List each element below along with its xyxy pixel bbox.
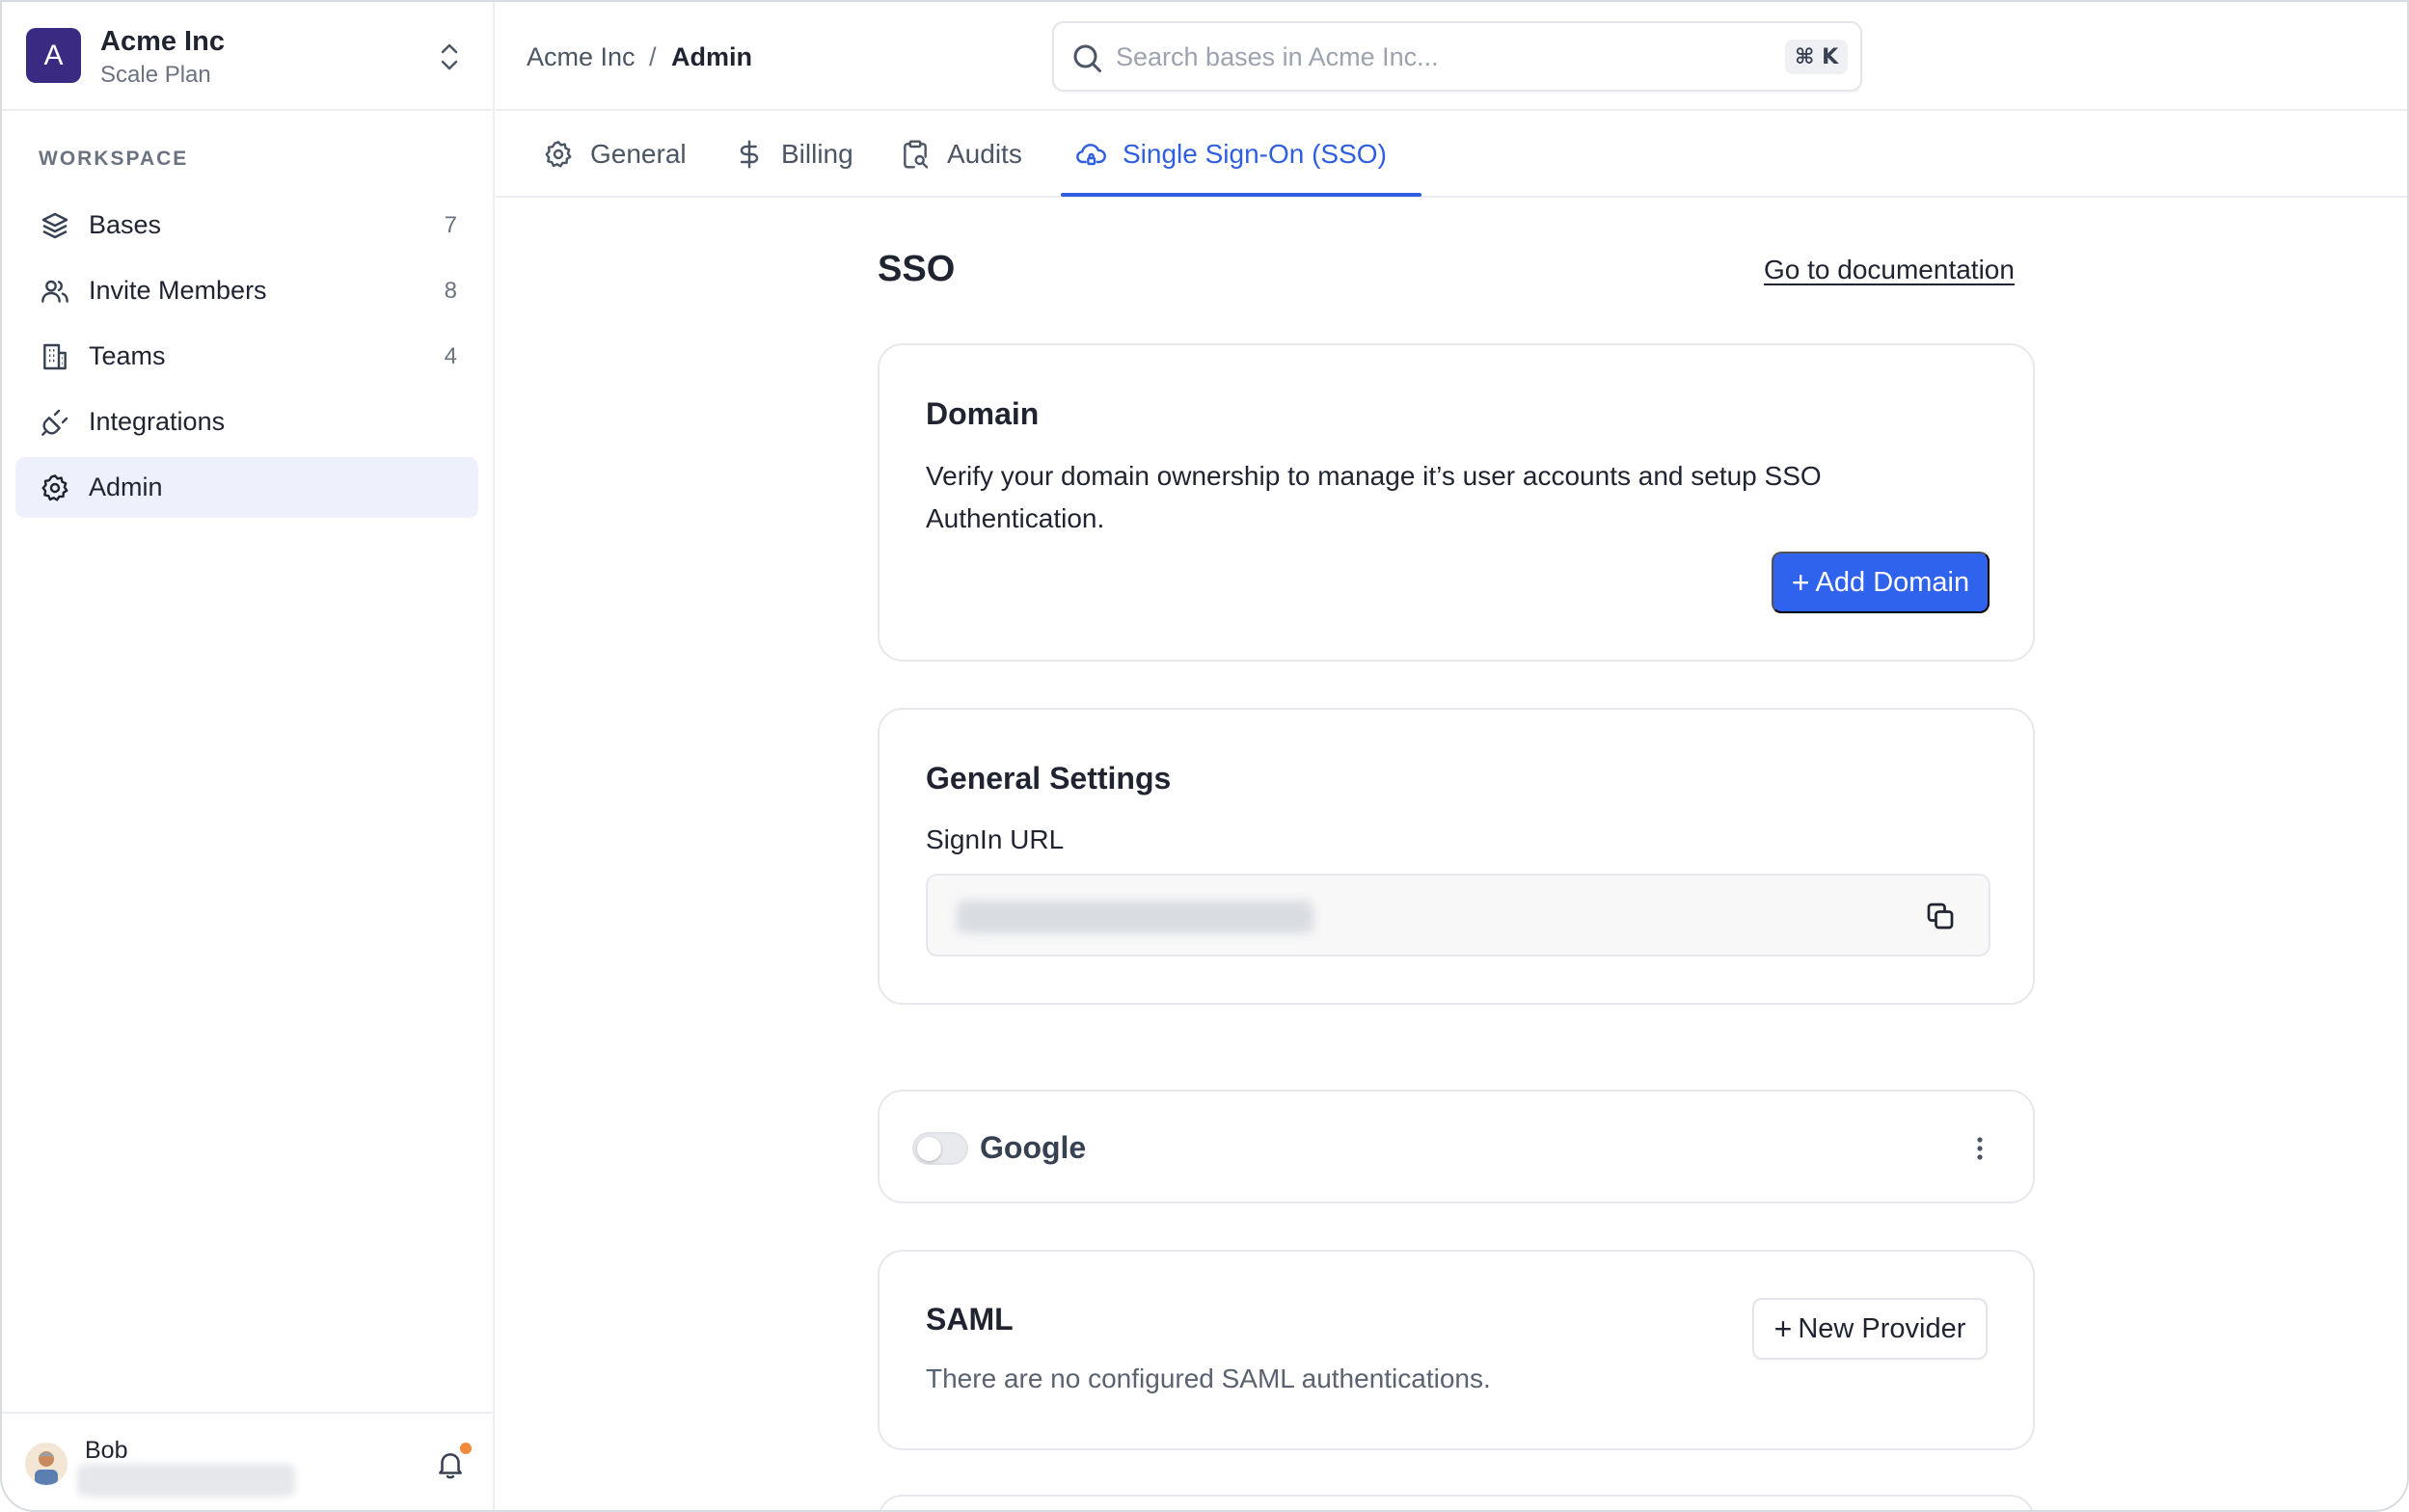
tab-billing[interactable]: Billing (733, 111, 853, 198)
users-icon (39, 275, 71, 308)
sidebar-item-count: 8 (444, 277, 457, 304)
layers-icon (39, 209, 71, 242)
search-shortcut: ⌘ K (1785, 40, 1849, 74)
toggle-knob (917, 1137, 941, 1161)
user-menu[interactable]: Bob (2, 1412, 493, 1510)
new-provider-label: New Provider (1798, 1312, 1966, 1344)
avatar[interactable] (25, 1443, 68, 1485)
topbar: Acme Inc / Admin ⌘ K (495, 2, 2407, 111)
gear-icon (542, 138, 575, 171)
tab-label: General (590, 139, 687, 169)
signin-url-field[interactable] (926, 874, 1990, 957)
sidebar-item-bases[interactable]: Bases 7 (15, 195, 478, 256)
copy-icon[interactable] (1923, 899, 1958, 933)
workspace-plan: Scale Plan (100, 62, 211, 88)
sidebar: A Acme Inc Scale Plan WORKSPACE Bases 7 … (2, 2, 495, 1510)
cloud-lock-icon (1074, 138, 1107, 171)
search-box[interactable]: ⌘ K (1052, 21, 1862, 92)
sidebar-item-label: Invite Members (89, 276, 267, 305)
signin-url-value-redacted (957, 901, 1313, 933)
domain-title: Domain (926, 396, 1040, 431)
saml-card: SAML There are no configured SAML authen… (878, 1250, 2035, 1450)
sidebar-item-label: Admin (89, 472, 163, 501)
add-domain-button[interactable]: + Add Domain (1772, 552, 1989, 613)
domain-card: Domain Verify your domain ownership to m… (878, 343, 2035, 662)
tab-label: Billing (781, 139, 853, 169)
app-window: A Acme Inc Scale Plan WORKSPACE Bases 7 … (0, 0, 2409, 1512)
more-vertical-icon[interactable] (1965, 1132, 1994, 1165)
general-settings-title: General Settings (926, 761, 1172, 796)
saml-title: SAML (926, 1302, 1014, 1336)
sidebar-item-invite-members[interactable]: Invite Members 8 (15, 260, 478, 321)
active-tab-indicator (1061, 193, 1421, 197)
notification-badge (460, 1443, 472, 1454)
tab-audits[interactable]: Audits (899, 111, 1022, 198)
signin-url-label: SignIn URL (926, 824, 1065, 854)
plus-icon: + (1773, 1311, 1793, 1346)
building-icon (39, 340, 71, 373)
dollar-icon (733, 138, 766, 171)
clipboard-search-icon (899, 138, 932, 171)
tab-general[interactable]: General (542, 111, 687, 198)
google-label: Google (980, 1130, 1087, 1165)
google-toggle[interactable] (912, 1132, 968, 1165)
page-title: SSO (878, 249, 956, 289)
domain-description: Verify your domain ownership to manage i… (926, 461, 1822, 533)
new-provider-button[interactable]: + New Provider (1752, 1298, 1988, 1360)
search-icon (1073, 44, 1101, 72)
admin-tabs: General Billing Audits Single Sign-On (S… (495, 111, 2407, 198)
user-name: Bob (85, 1437, 128, 1464)
workspace-name: Acme Inc (100, 26, 225, 57)
general-settings-card: General Settings SignIn URL (878, 708, 2035, 1005)
breadcrumb-current: Admin (671, 42, 752, 71)
tab-sso[interactable]: Single Sign-On (SSO) (1074, 111, 1387, 198)
sidebar-item-label: Bases (89, 210, 162, 239)
google-provider-card: Google (878, 1090, 2035, 1203)
saml-empty-text: There are no configured SAML authenticat… (926, 1364, 1491, 1393)
breadcrumb-root[interactable]: Acme Inc (527, 42, 636, 72)
sidebar-item-count: 7 (444, 211, 457, 238)
workspace-avatar: A (26, 28, 81, 83)
sidebar-item-admin[interactable]: Admin (15, 457, 478, 518)
workspace-switcher[interactable]: A Acme Inc Scale Plan (2, 2, 493, 111)
gear-icon (39, 472, 71, 504)
documentation-link[interactable]: Go to documentation (1764, 255, 2015, 285)
sidebar-item-label: Teams (89, 341, 166, 370)
add-domain-label: Add Domain (1815, 566, 1970, 598)
breadcrumb-separator: / (649, 42, 657, 71)
user-email-redacted (77, 1464, 295, 1497)
plug-icon (39, 406, 71, 439)
tab-label: Audits (947, 139, 1022, 169)
sidebar-item-label: Integrations (89, 407, 226, 436)
chevron-up-down-icon[interactable] (436, 40, 463, 73)
tab-label: Single Sign-On (SSO) (1123, 139, 1387, 169)
sidebar-item-teams[interactable]: Teams 4 (15, 326, 478, 387)
plus-icon: + (1791, 565, 1810, 600)
next-card (878, 1495, 2035, 1510)
search-input[interactable] (1116, 37, 1733, 77)
sidebar-section-label: WORKSPACE (39, 148, 189, 170)
sidebar-item-count: 4 (444, 342, 457, 369)
sidebar-item-integrations[interactable]: Integrations (15, 392, 478, 452)
